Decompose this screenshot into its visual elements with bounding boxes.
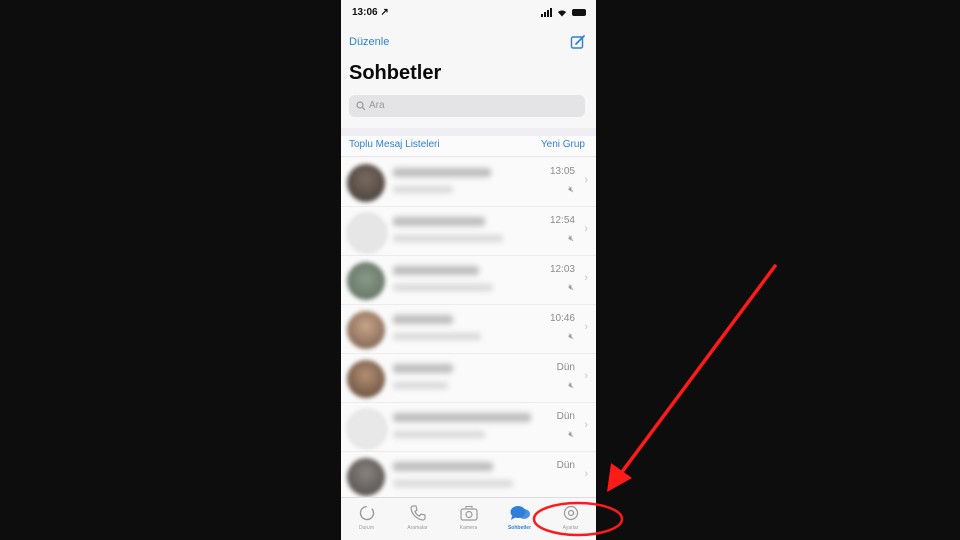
chevron-right-icon: › bbox=[584, 272, 588, 284]
phone-icon bbox=[409, 505, 426, 521]
message-preview-redacted bbox=[393, 333, 481, 340]
compose-icon[interactable] bbox=[570, 34, 586, 50]
chat-row[interactable]: Dün 🔇︎ › bbox=[341, 354, 596, 403]
message-preview-redacted bbox=[393, 186, 453, 193]
contact-name-redacted bbox=[393, 462, 493, 471]
contact-name-redacted bbox=[393, 315, 453, 324]
chat-time: Dün bbox=[556, 362, 575, 373]
chat-time: 10:46 bbox=[549, 313, 575, 324]
chat-time: Dün bbox=[556, 460, 575, 471]
chat-time: 12:03 bbox=[549, 264, 575, 275]
status-bar: 13:06 ↗ bbox=[341, 0, 596, 26]
muted-icon: 🔇︎ bbox=[568, 331, 574, 341]
chat-time: 13:05 bbox=[549, 166, 575, 177]
avatar bbox=[347, 262, 385, 300]
tab-label: Durum bbox=[358, 525, 374, 531]
avatar bbox=[347, 360, 385, 398]
search-placeholder: Ara bbox=[369, 100, 385, 111]
tab-label: Ayarlar bbox=[562, 525, 579, 531]
broadcast-lists-link[interactable]: Toplu Mesaj Listeleri bbox=[349, 139, 440, 150]
chats-icon bbox=[510, 506, 530, 520]
chevron-right-icon: › bbox=[584, 468, 588, 480]
chat-row[interactable]: Dün › bbox=[341, 452, 596, 501]
arrow-head bbox=[607, 463, 632, 492]
avatar bbox=[347, 458, 385, 496]
signal-icon bbox=[541, 8, 552, 17]
chat-time: 12:54 bbox=[549, 215, 575, 226]
new-group-link[interactable]: Yeni Grup bbox=[541, 139, 585, 150]
muted-icon: 🔇︎ bbox=[568, 429, 574, 439]
message-preview-redacted bbox=[393, 235, 503, 242]
chevron-right-icon: › bbox=[584, 419, 588, 431]
chat-row[interactable]: Dün 🔇︎ › bbox=[341, 403, 596, 452]
battery-icon bbox=[572, 9, 586, 16]
tab-label: Aramalar bbox=[407, 525, 428, 531]
annotation-arrow bbox=[614, 264, 777, 482]
chat-list: 13:05 🔇︎ › 12:54 🔇︎ › 12:03 🔇︎ › 10:46 🔇… bbox=[341, 158, 596, 501]
message-preview-redacted bbox=[393, 431, 485, 438]
list-links: Toplu Mesaj Listeleri Yeni Grup bbox=[341, 136, 596, 157]
section-gap bbox=[341, 128, 596, 136]
status-icon bbox=[359, 505, 374, 521]
contact-name-redacted bbox=[393, 266, 479, 275]
message-preview-redacted bbox=[393, 480, 513, 487]
contact-name-redacted bbox=[393, 364, 453, 373]
edit-button[interactable]: Düzenle bbox=[349, 36, 389, 48]
chevron-right-icon: › bbox=[584, 321, 588, 333]
muted-icon: 🔇︎ bbox=[568, 233, 574, 243]
chat-row[interactable]: 10:46 🔇︎ › bbox=[341, 305, 596, 354]
status-icons bbox=[541, 8, 586, 17]
tab-camera[interactable]: Kamera bbox=[443, 498, 494, 540]
tab-calls[interactable]: Aramalar bbox=[392, 498, 443, 540]
contact-name-redacted bbox=[393, 217, 485, 226]
message-preview-redacted bbox=[393, 284, 493, 291]
contact-name-redacted bbox=[393, 413, 531, 422]
muted-icon: 🔇︎ bbox=[568, 184, 574, 194]
chat-row[interactable]: 13:05 🔇︎ › bbox=[341, 158, 596, 207]
tab-status[interactable]: Durum bbox=[341, 498, 392, 540]
chevron-right-icon: › bbox=[584, 174, 588, 186]
contact-name-redacted bbox=[393, 168, 491, 177]
avatar bbox=[347, 164, 385, 202]
muted-icon: 🔇︎ bbox=[568, 380, 574, 390]
search-input[interactable]: Ara bbox=[349, 95, 585, 117]
camera-icon bbox=[459, 506, 478, 521]
chat-time: Dün bbox=[556, 411, 575, 422]
avatar bbox=[347, 409, 387, 449]
wifi-icon bbox=[558, 10, 566, 17]
tab-settings[interactable]: Ayarlar bbox=[545, 498, 596, 540]
chat-row[interactable]: 12:03 🔇︎ › bbox=[341, 256, 596, 305]
tab-label: Sohbetler bbox=[507, 525, 532, 531]
phone-screen: 13:06 ↗ Düzenle Sohbetler Ara Toplu Mesa… bbox=[341, 0, 596, 540]
tab-bar: Durum Aramalar Kamera Sohbetler Ayarlar bbox=[341, 497, 596, 540]
page-title: Sohbetler bbox=[349, 62, 442, 84]
chevron-right-icon: › bbox=[584, 370, 588, 382]
muted-icon: 🔇︎ bbox=[568, 282, 574, 292]
chat-row[interactable]: 12:54 🔇︎ › bbox=[341, 207, 596, 256]
tab-label: Kamera bbox=[459, 525, 478, 531]
chevron-right-icon: › bbox=[584, 223, 588, 235]
avatar bbox=[347, 213, 387, 253]
gear-icon bbox=[563, 505, 578, 521]
search-icon bbox=[356, 101, 366, 111]
message-preview-redacted bbox=[393, 382, 448, 389]
tab-chats[interactable]: Sohbetler bbox=[494, 498, 545, 540]
avatar bbox=[347, 311, 385, 349]
